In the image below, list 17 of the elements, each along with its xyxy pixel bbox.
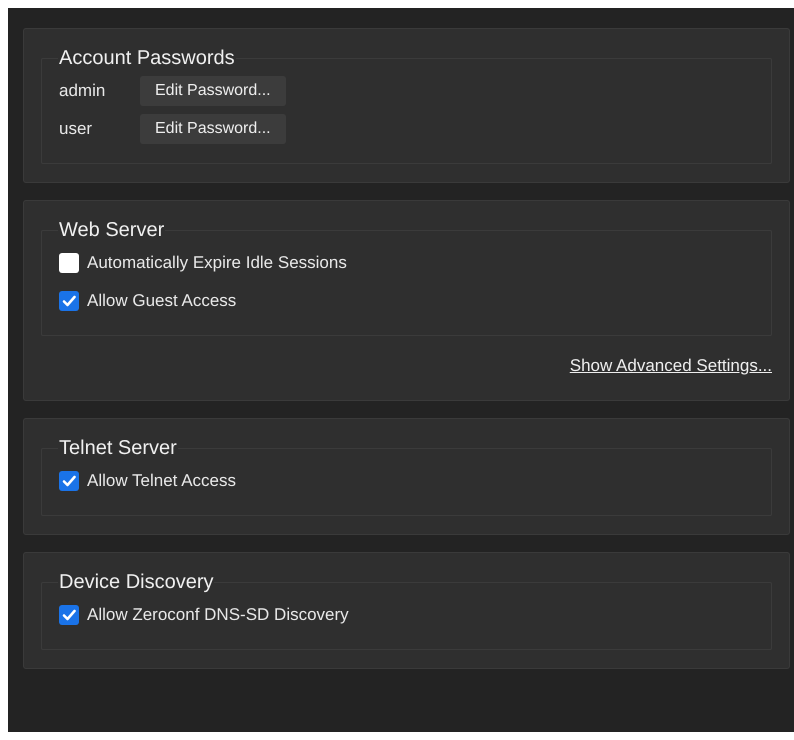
section-title: Account Passwords [58,47,236,70]
checkbox[interactable] [59,252,79,272]
edit-password-button[interactable]: Edit Password... [140,114,286,144]
section-title: Web Server [58,219,166,242]
checkbox-label: Allow Guest Access [87,290,236,310]
checkbox[interactable] [59,604,79,624]
account-name: user [59,118,94,138]
checkbox-label: Automatically Expire Idle Sessions [87,252,347,272]
account-name: admin [59,80,106,100]
checkbox[interactable] [59,290,79,310]
checkbox-label: Allow Telnet Access [87,470,236,490]
section-title: Telnet Server [58,437,178,460]
edit-password-button[interactable]: Edit Password... [140,76,286,106]
checkbox-label: Allow Zeroconf DNS-SD Discovery [87,604,349,624]
section-title: Device Discovery [58,571,214,594]
checkbox[interactable] [59,470,79,490]
advanced-settings-link[interactable]: Show Advanced Settings... [570,356,772,376]
